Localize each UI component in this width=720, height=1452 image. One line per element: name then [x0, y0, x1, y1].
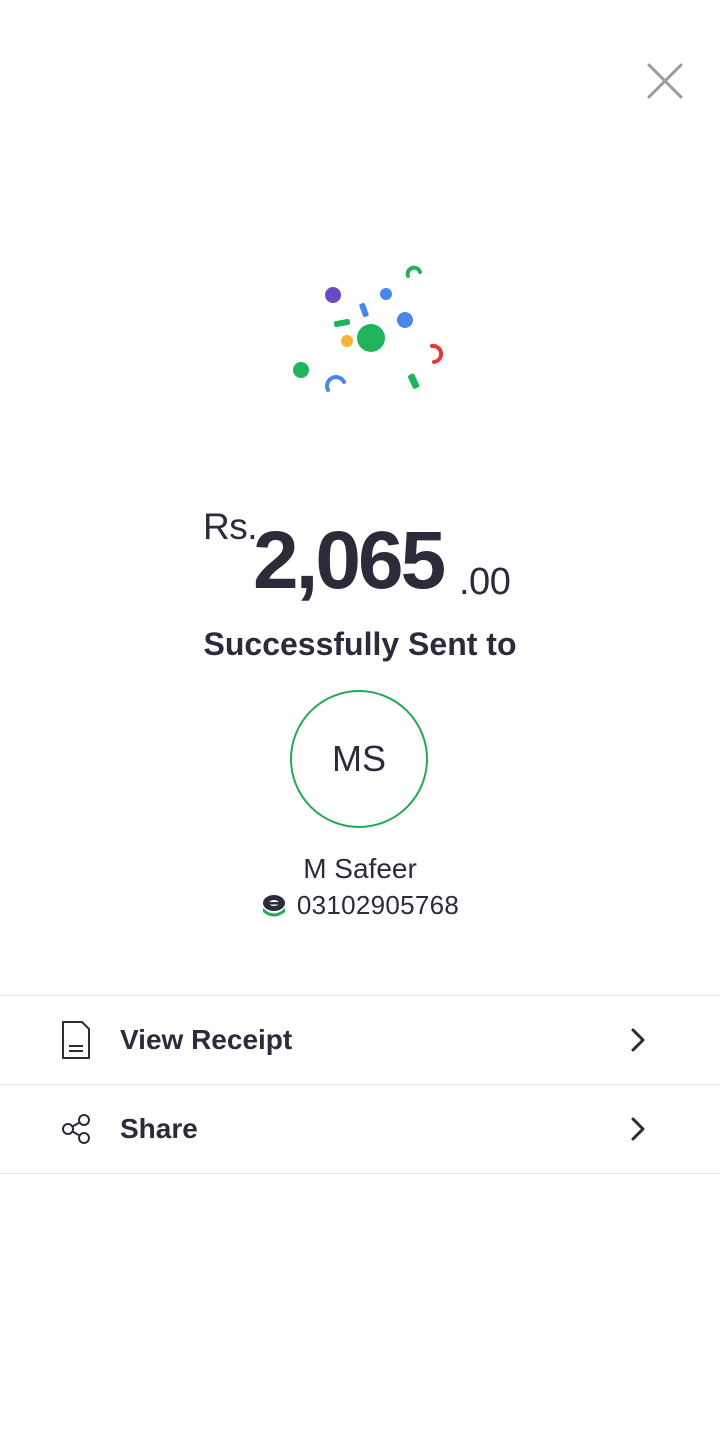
- divider: [0, 1173, 720, 1174]
- share-icon: [58, 1107, 94, 1151]
- share-label: Share: [120, 1113, 198, 1144]
- avatar-initials: MS: [332, 738, 386, 779]
- avatar: MS: [290, 690, 428, 828]
- confetti-icon: [293, 265, 444, 392]
- amount-display: Rs. 2,065 .00: [0, 502, 720, 612]
- chevron-right-icon: [626, 1025, 650, 1055]
- chevron-right-icon: [626, 1114, 650, 1144]
- status-label: Successfully Sent to: [203, 626, 517, 662]
- recipient-name: M Safeer: [303, 853, 417, 884]
- amount-whole: 2,065: [253, 515, 446, 606]
- view-receipt-label: View Receipt: [120, 1024, 293, 1055]
- receipt-icon: [58, 1018, 94, 1062]
- view-receipt-button[interactable]: View Receipt: [0, 996, 720, 1084]
- close-button[interactable]: [640, 56, 690, 106]
- close-icon: [647, 63, 683, 99]
- recipient-phone-row: 03102905768: [0, 890, 720, 921]
- recipient-phone: 03102905768: [296, 890, 460, 920]
- amount-fraction: .00: [459, 561, 511, 603]
- currency-label: Rs.: [203, 506, 258, 547]
- share-button[interactable]: Share: [0, 1085, 720, 1173]
- easypaisa-logo-icon: [262, 894, 285, 916]
